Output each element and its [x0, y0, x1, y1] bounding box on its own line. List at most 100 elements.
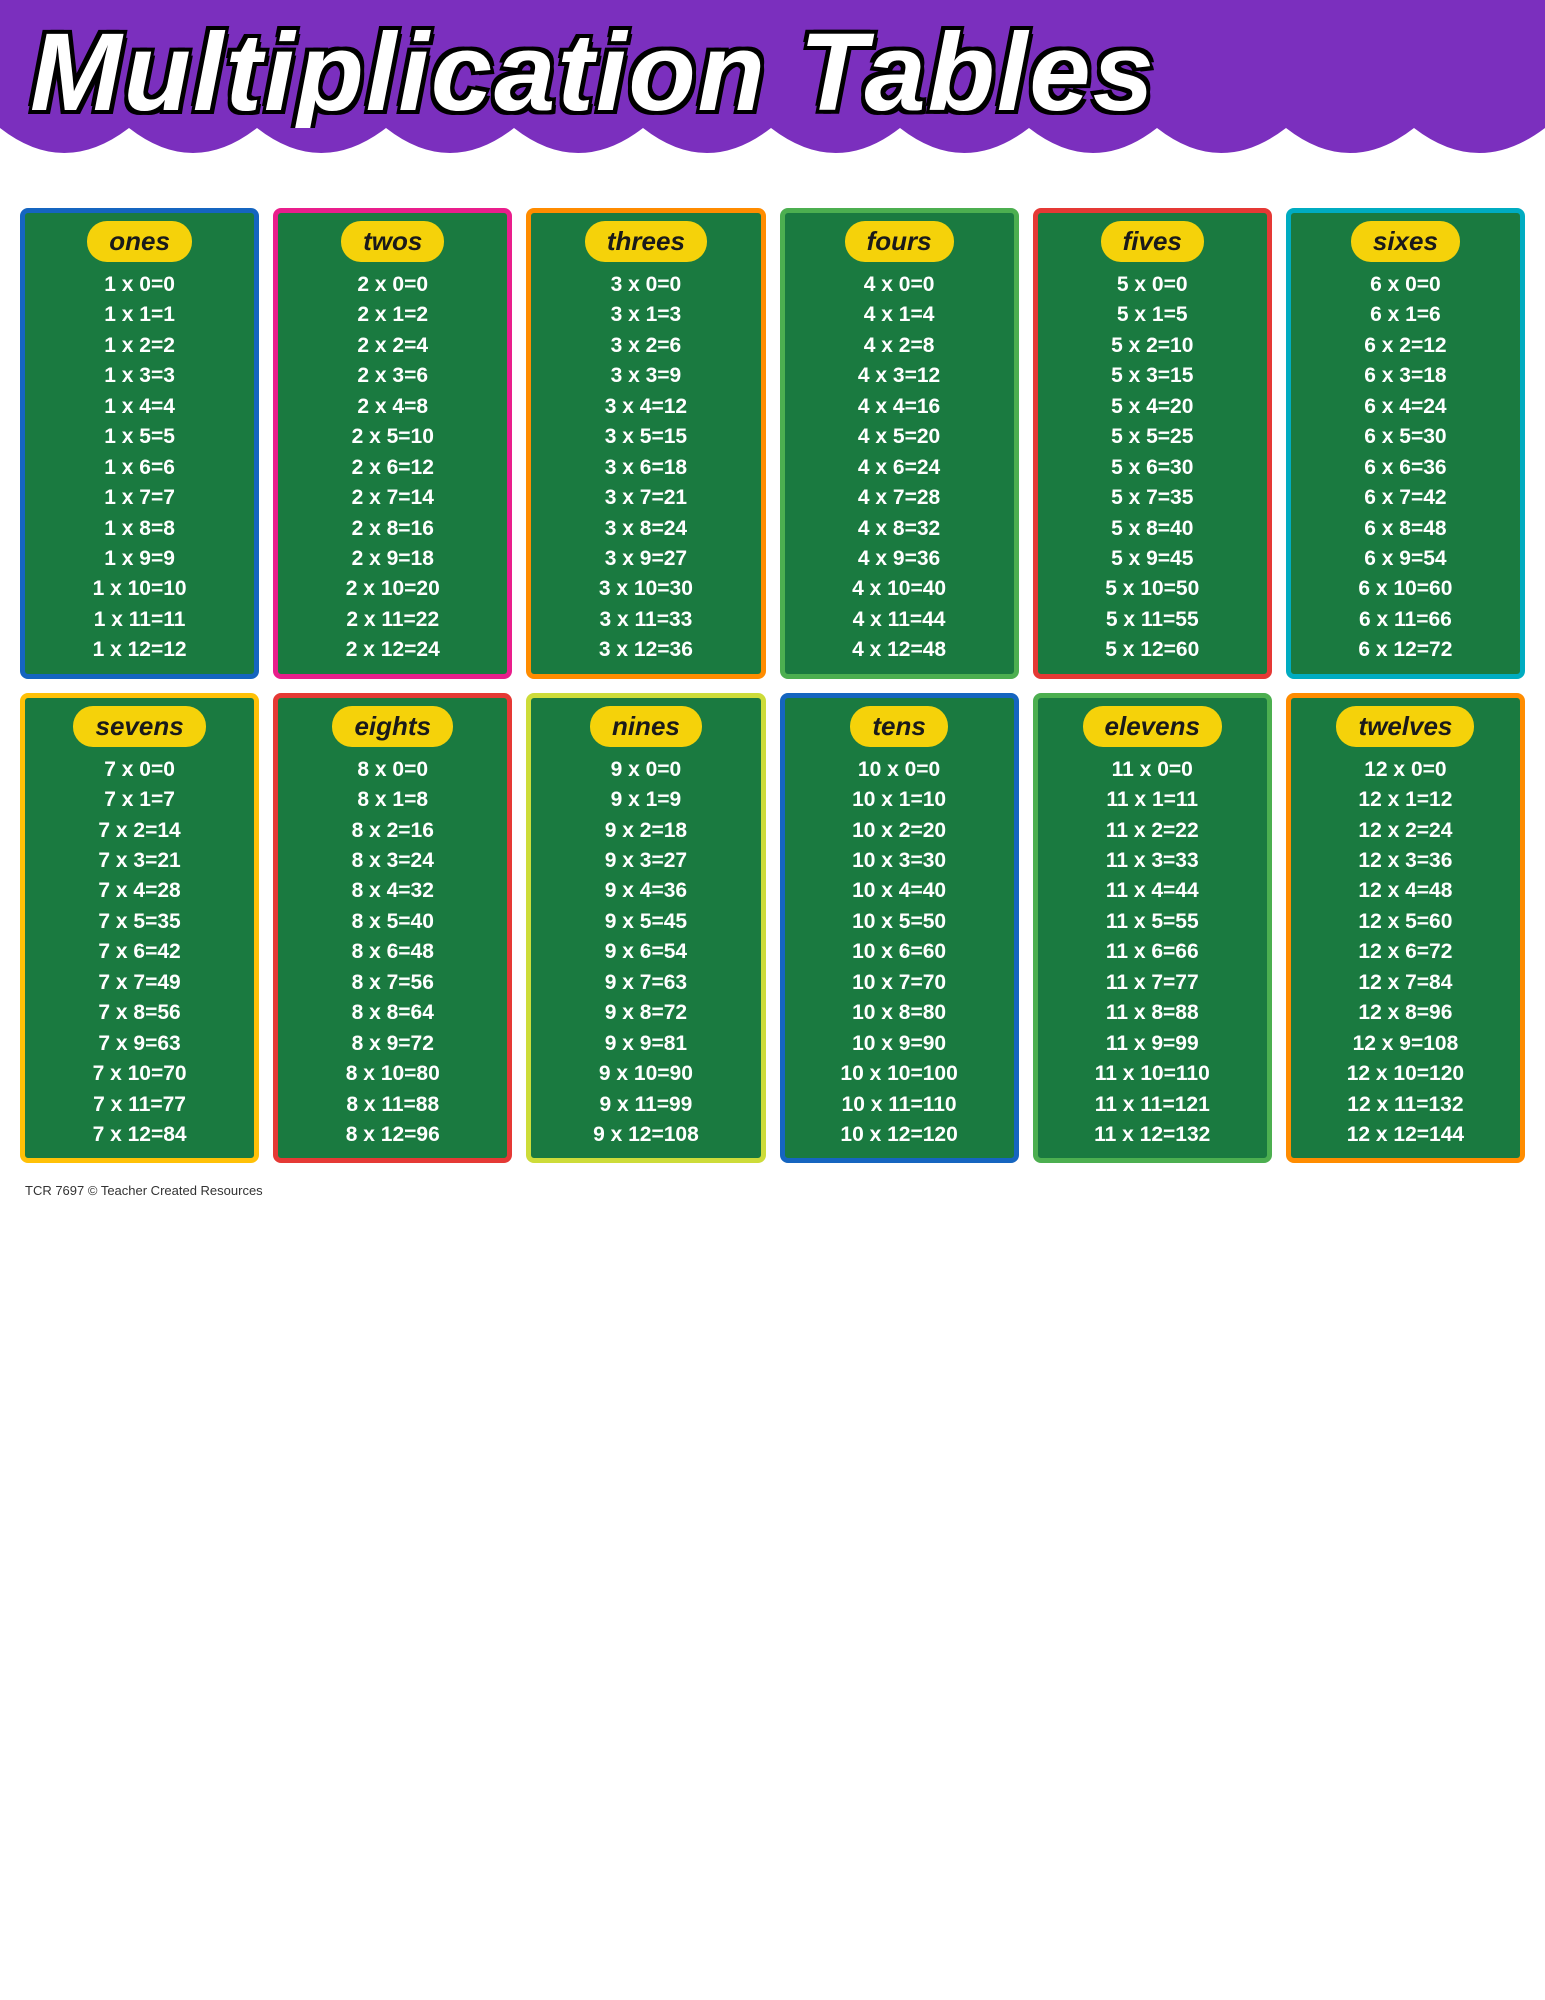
table-row: 12 x 9=108 [1353, 1029, 1459, 1059]
table-row: 6 x 0=0 [1370, 270, 1441, 300]
table-row: 3 x 2=6 [611, 331, 682, 361]
table-row: 7 x 2=14 [98, 816, 180, 846]
table-row: 4 x 2=8 [864, 331, 935, 361]
table-row: 11 x 9=99 [1106, 1029, 1199, 1059]
page-title: Multiplication Tables [30, 18, 1515, 128]
table-row: 7 x 1=7 [104, 785, 175, 815]
table-row: 9 x 4=36 [605, 876, 687, 906]
table-card-sixes: sixes6 x 0=06 x 1=66 x 2=126 x 3=186 x 4… [1286, 208, 1525, 679]
table-row: 11 x 5=55 [1106, 907, 1199, 937]
table-card-fours: fours4 x 0=04 x 1=44 x 2=84 x 3=124 x 4=… [780, 208, 1019, 679]
table-row: 1 x 6=6 [104, 453, 175, 483]
table-row: 4 x 1=4 [864, 300, 935, 330]
table-row: 7 x 12=84 [93, 1120, 187, 1150]
table-row: 8 x 4=32 [352, 876, 434, 906]
table-row: 6 x 8=48 [1364, 514, 1446, 544]
table-row: 10 x 9=90 [852, 1029, 946, 1059]
table-card-sevens: sevens7 x 0=07 x 1=77 x 2=147 x 3=217 x … [20, 693, 259, 1164]
table-row: 11 x 6=66 [1106, 937, 1199, 967]
table-row: 1 x 1=1 [104, 300, 175, 330]
table-row: 5 x 3=15 [1111, 361, 1193, 391]
table-row: 10 x 4=40 [852, 876, 946, 906]
footer-text: TCR 7697 © Teacher Created Resources [20, 1183, 1525, 1198]
table-row: 8 x 12=96 [346, 1120, 440, 1150]
table-row: 10 x 2=20 [852, 816, 946, 846]
table-row: 12 x 1=12 [1358, 785, 1452, 815]
table-row: 6 x 3=18 [1364, 361, 1446, 391]
table-row: 4 x 6=24 [858, 453, 940, 483]
table-row: 9 x 0=0 [611, 755, 682, 785]
table-row: 2 x 9=18 [352, 544, 434, 574]
table-row: 10 x 12=120 [840, 1120, 957, 1150]
table-row: 10 x 3=30 [852, 846, 946, 876]
table-row: 3 x 6=18 [605, 453, 687, 483]
table-row: 1 x 11=11 [94, 605, 186, 635]
table-row: 6 x 2=12 [1364, 331, 1446, 361]
table-row: 8 x 3=24 [352, 846, 434, 876]
table-row: 6 x 6=36 [1364, 453, 1446, 483]
header: Multiplication Tables [0, 0, 1545, 128]
table-row: 7 x 6=42 [98, 937, 180, 967]
table-row: 11 x 4=44 [1106, 876, 1199, 906]
table-row: 4 x 11=44 [853, 605, 946, 635]
table-header-sixes: sixes [1351, 221, 1460, 262]
table-row: 6 x 5=30 [1364, 422, 1446, 452]
table-header-threes: threes [585, 221, 707, 262]
table-row: 2 x 11=22 [346, 605, 439, 635]
table-row: 5 x 11=55 [1106, 605, 1199, 635]
table-header-tens: tens [850, 706, 947, 747]
table-row: 11 x 0=0 [1112, 755, 1193, 785]
table-row: 7 x 4=28 [98, 876, 180, 906]
table-row: 10 x 0=0 [858, 755, 940, 785]
table-row: 5 x 12=60 [1105, 635, 1199, 665]
table-row: 8 x 9=72 [352, 1029, 434, 1059]
table-row: 2 x 4=8 [357, 392, 428, 422]
table-card-fives: fives5 x 0=05 x 1=55 x 2=105 x 3=155 x 4… [1033, 208, 1272, 679]
table-row: 2 x 6=12 [352, 453, 434, 483]
table-row: 5 x 1=5 [1117, 300, 1188, 330]
table-row: 9 x 7=63 [605, 968, 687, 998]
table-row: 1 x 3=3 [104, 361, 175, 391]
table-row: 11 x 10=110 [1095, 1059, 1210, 1089]
table-row: 3 x 4=12 [605, 392, 687, 422]
table-card-nines: nines9 x 0=09 x 1=99 x 2=189 x 3=279 x 4… [526, 693, 765, 1164]
table-row: 3 x 7=21 [605, 483, 687, 513]
table-row: 12 x 6=72 [1358, 937, 1452, 967]
table-row: 2 x 12=24 [346, 635, 440, 665]
table-row: 9 x 9=81 [605, 1029, 687, 1059]
table-row: 8 x 2=16 [352, 816, 434, 846]
table-row: 9 x 6=54 [605, 937, 687, 967]
table-row: 12 x 11=132 [1347, 1090, 1463, 1120]
table-row: 2 x 1=2 [357, 300, 428, 330]
table-header-eights: eights [332, 706, 453, 747]
table-row: 6 x 4=24 [1364, 392, 1446, 422]
table-row: 9 x 3=27 [605, 846, 687, 876]
table-card-elevens: elevens11 x 0=011 x 1=1111 x 2=2211 x 3=… [1033, 693, 1272, 1164]
table-row: 3 x 10=30 [599, 574, 693, 604]
table-row: 7 x 11=77 [93, 1090, 186, 1120]
table-row: 2 x 8=16 [352, 514, 434, 544]
table-header-nines: nines [590, 706, 702, 747]
table-row: 12 x 8=96 [1358, 998, 1452, 1028]
table-card-threes: threes3 x 0=03 x 1=33 x 2=63 x 3=93 x 4=… [526, 208, 765, 679]
table-row: 3 x 5=15 [605, 422, 687, 452]
table-row: 6 x 12=72 [1358, 635, 1452, 665]
table-row: 12 x 2=24 [1358, 816, 1452, 846]
table-row: 7 x 9=63 [98, 1029, 180, 1059]
table-row: 3 x 9=27 [605, 544, 687, 574]
table-card-tens: tens10 x 0=010 x 1=1010 x 2=2010 x 3=301… [780, 693, 1019, 1164]
table-row: 6 x 10=60 [1358, 574, 1452, 604]
table-row: 5 x 6=30 [1111, 453, 1193, 483]
table-row: 1 x 5=5 [104, 422, 175, 452]
table-row: 5 x 7=35 [1111, 483, 1193, 513]
table-row: 2 x 10=20 [346, 574, 440, 604]
table-header-twelves: twelves [1336, 706, 1474, 747]
table-row: 8 x 1=8 [357, 785, 428, 815]
table-card-twelves: twelves12 x 0=012 x 1=1212 x 2=2412 x 3=… [1286, 693, 1525, 1164]
table-row: 3 x 1=3 [611, 300, 682, 330]
table-header-ones: ones [87, 221, 192, 262]
table-row: 4 x 8=32 [858, 514, 940, 544]
table-row: 12 x 4=48 [1358, 876, 1452, 906]
table-row: 4 x 10=40 [852, 574, 946, 604]
wave-svg [0, 128, 1545, 178]
